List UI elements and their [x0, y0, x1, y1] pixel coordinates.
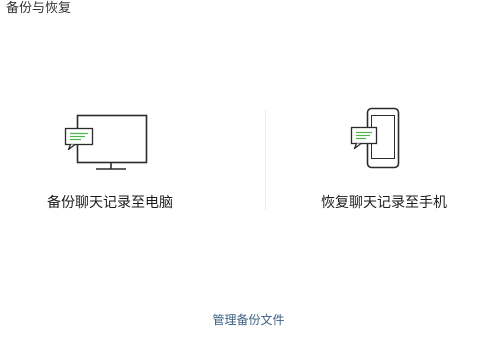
- restore-option-label: 恢复聊天记录至手机: [321, 195, 447, 211]
- phone-chat-icon: [350, 107, 400, 169]
- options-divider: [265, 110, 266, 210]
- backup-restore-window: 备份与恢复 备份聊天记录至电脑 恢复聊天记录至手机 管理备份文件: [0, 0, 497, 349]
- manage-backup-files-container: 管理备份文件: [0, 312, 497, 328]
- restore-to-phone-option[interactable]: 恢复聊天记录至手机: [284, 100, 484, 220]
- window-title: 备份与恢复: [6, 1, 72, 16]
- manage-backup-files-link[interactable]: 管理备份文件: [212, 313, 284, 327]
- backup-option-label: 备份聊天记录至电脑: [47, 195, 173, 211]
- backup-to-computer-option[interactable]: 备份聊天记录至电脑: [10, 100, 210, 220]
- monitor-chat-icon: [64, 114, 148, 170]
